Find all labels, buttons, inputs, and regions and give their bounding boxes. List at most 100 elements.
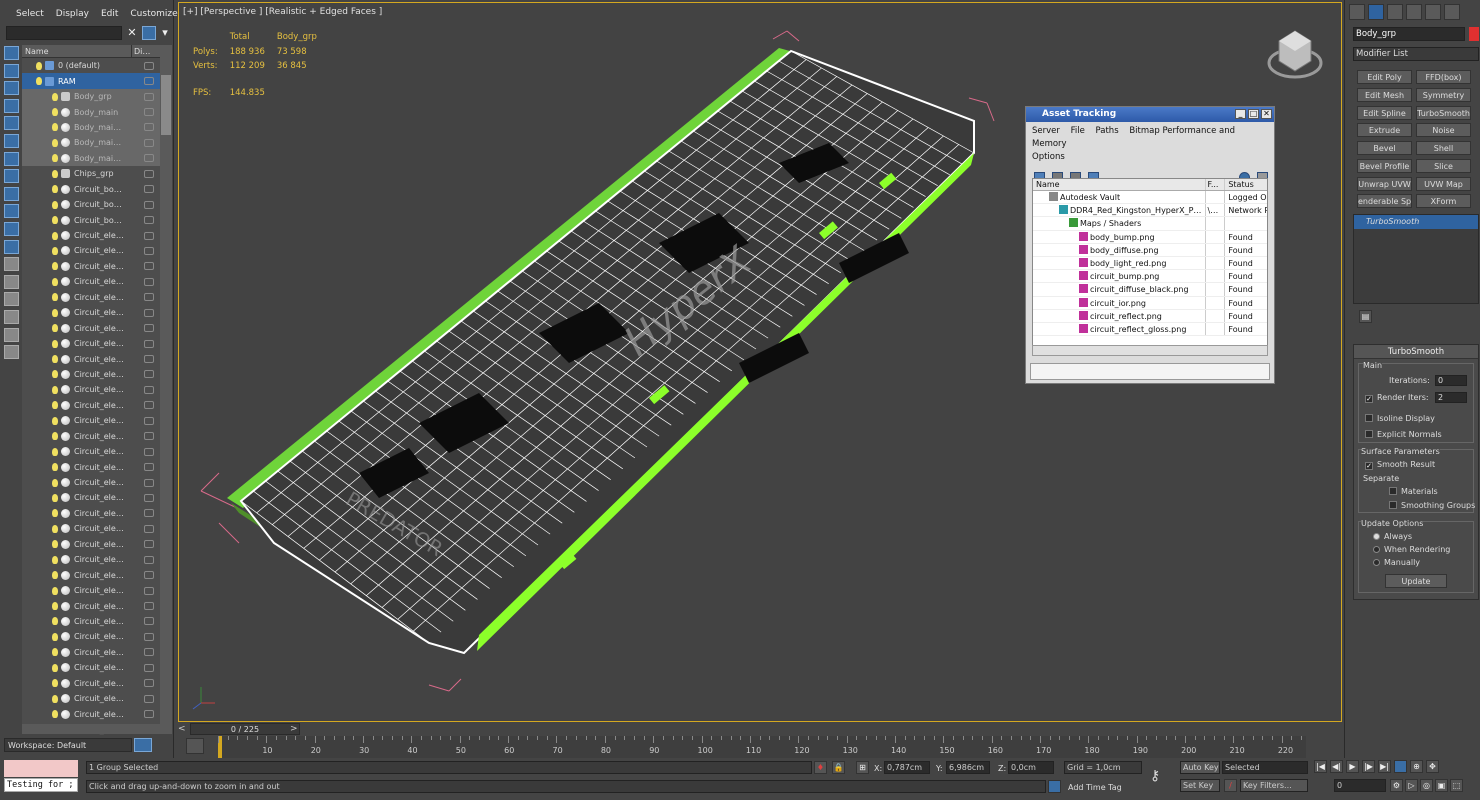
- goto-start-icon[interactable]: |◀: [1314, 760, 1327, 773]
- tree-row[interactable]: Circuit_ele…: [22, 537, 160, 552]
- modifier-button[interactable]: Extrude: [1357, 123, 1412, 138]
- find-icon[interactable]: [4, 327, 19, 342]
- asset-row[interactable]: Autodesk Vault Logged Out: [1033, 191, 1267, 205]
- tree-row[interactable]: 0 (default): [22, 58, 160, 73]
- tree-row[interactable]: Circuit_ele…: [22, 351, 160, 366]
- collapse-icon[interactable]: [4, 345, 19, 360]
- visibility-icon[interactable]: [144, 478, 154, 487]
- perspective-viewport[interactable]: [+] [Perspective ] [Realistic + Edged Fa…: [178, 2, 1342, 722]
- light-bulb-icon[interactable]: [52, 324, 58, 333]
- maximize-button[interactable]: □: [1248, 109, 1259, 119]
- visibility-icon[interactable]: [144, 138, 154, 147]
- visibility-icon[interactable]: [144, 416, 154, 425]
- tree-row[interactable]: Circuit_ele…: [22, 320, 160, 335]
- light-bulb-icon[interactable]: [52, 648, 58, 657]
- visibility-icon[interactable]: [144, 632, 154, 641]
- viewcube-icon[interactable]: [1267, 30, 1323, 79]
- visibility-icon[interactable]: [144, 617, 154, 626]
- display-spacewarps-icon[interactable]: [4, 151, 19, 166]
- light-bulb-icon[interactable]: [52, 617, 58, 626]
- visibility-icon[interactable]: [144, 385, 154, 394]
- modifier-button[interactable]: Noise: [1416, 123, 1471, 138]
- stack-item-turbosmooth[interactable]: TurboSmooth: [1354, 215, 1478, 229]
- light-bulb-icon[interactable]: [52, 185, 58, 194]
- light-bulb-icon[interactable]: [52, 586, 58, 595]
- visibility-icon[interactable]: [144, 154, 154, 163]
- display-tab-icon[interactable]: [1425, 4, 1441, 20]
- visibility-icon[interactable]: [144, 108, 154, 117]
- modifier-button[interactable]: Slice: [1416, 158, 1471, 173]
- tree-row[interactable]: Circuit_ele…: [22, 676, 160, 691]
- visibility-icon[interactable]: [144, 493, 154, 502]
- tree-row[interactable]: Circuit_ele…: [22, 382, 160, 397]
- asset-menu-options[interactable]: Options: [1032, 152, 1065, 162]
- col-status[interactable]: Status: [1225, 179, 1267, 190]
- light-bulb-icon[interactable]: [52, 478, 58, 487]
- modifier-button[interactable]: Edit Poly: [1357, 70, 1412, 84]
- visibility-icon[interactable]: [144, 602, 154, 611]
- asset-row[interactable]: circuit_bump.png Found: [1033, 270, 1267, 284]
- visibility-icon[interactable]: [144, 277, 154, 286]
- add-time-tag[interactable]: Add Time Tag: [1068, 783, 1122, 792]
- display-helpers-icon[interactable]: [4, 133, 19, 148]
- visibility-icon[interactable]: [144, 61, 154, 70]
- iterations-spinner[interactable]: 0: [1435, 375, 1467, 386]
- visibility-icon[interactable]: [144, 571, 154, 580]
- tree-row[interactable]: Circuit_ele…: [22, 413, 160, 428]
- rollout-title[interactable]: TurboSmooth: [1354, 345, 1478, 359]
- fov-icon[interactable]: ▷: [1405, 779, 1418, 792]
- smoothing-groups-checkbox[interactable]: [1389, 501, 1397, 509]
- maxscript-listener-input[interactable]: Testing for ;: [4, 778, 78, 792]
- display-groups-icon[interactable]: [4, 169, 19, 184]
- visibility-icon[interactable]: [144, 555, 154, 564]
- col-name[interactable]: Name: [1033, 179, 1206, 190]
- key-mode-dropdown[interactable]: Selected: [1222, 761, 1308, 774]
- filter-toggle-icon[interactable]: [4, 309, 19, 324]
- set-key-button[interactable]: Set Key: [1180, 779, 1220, 792]
- modifier-button[interactable]: XForm: [1416, 194, 1471, 209]
- light-bulb-icon[interactable]: [52, 262, 58, 271]
- modifier-button[interactable]: enderable Splin: [1357, 194, 1412, 209]
- always-radio[interactable]: [1373, 533, 1380, 540]
- tree-row[interactable]: Circuit_ele…: [22, 552, 160, 567]
- filter-icon[interactable]: [142, 26, 156, 40]
- asset-path-field[interactable]: [1030, 363, 1270, 380]
- light-bulb-icon[interactable]: [52, 277, 58, 286]
- visibility-icon[interactable]: [144, 123, 154, 132]
- light-bulb-icon[interactable]: [52, 632, 58, 641]
- menu-edit[interactable]: Edit: [101, 9, 118, 22]
- light-bulb-icon[interactable]: [52, 339, 58, 348]
- time-prev-icon[interactable]: <: [178, 722, 188, 736]
- tree-row[interactable]: Chips_grp: [22, 166, 160, 181]
- tree-row[interactable]: Circuit_ele…: [22, 629, 160, 644]
- tree-row[interactable]: Circuit_ele…: [22, 598, 160, 613]
- light-bulb-icon[interactable]: [52, 355, 58, 364]
- display-frozen-icon[interactable]: [4, 239, 19, 254]
- y-coordinate[interactable]: 6,986cm: [946, 761, 990, 774]
- light-bulb-icon[interactable]: [52, 540, 58, 549]
- light-bulb-icon[interactable]: [36, 77, 42, 86]
- tree-row[interactable]: Body_mai…: [22, 135, 160, 151]
- asset-row[interactable]: Maps / Shaders: [1033, 217, 1267, 231]
- tree-row[interactable]: Circuit_ele…: [22, 290, 160, 305]
- tree-row[interactable]: Circuit_ele…: [22, 274, 160, 289]
- visibility-icon[interactable]: [144, 509, 154, 518]
- tree-vscroll-thumb[interactable]: [161, 75, 171, 135]
- visibility-icon[interactable]: [144, 293, 154, 302]
- col-display-header[interactable]: Di…: [132, 45, 150, 57]
- visibility-icon[interactable]: [144, 648, 154, 657]
- tree-row[interactable]: Circuit_ele…: [22, 444, 160, 459]
- light-bulb-icon[interactable]: [52, 200, 58, 209]
- lock-selection-icon[interactable]: 🔒: [832, 761, 845, 774]
- key-filters-button[interactable]: Key Filters...: [1240, 779, 1308, 792]
- display-hidden-icon[interactable]: [4, 257, 19, 272]
- light-bulb-icon[interactable]: [52, 571, 58, 580]
- display-geometry-icon[interactable]: [4, 63, 19, 78]
- menu-display[interactable]: Display: [56, 9, 89, 22]
- tree-row[interactable]: Circuit_ele…: [22, 459, 160, 474]
- time-next-icon[interactable]: >: [290, 722, 300, 736]
- close-button[interactable]: ✕: [1261, 109, 1272, 119]
- asset-menu-file[interactable]: File: [1071, 126, 1085, 136]
- tree-hscroll[interactable]: [22, 724, 172, 734]
- visibility-icon[interactable]: [144, 216, 154, 225]
